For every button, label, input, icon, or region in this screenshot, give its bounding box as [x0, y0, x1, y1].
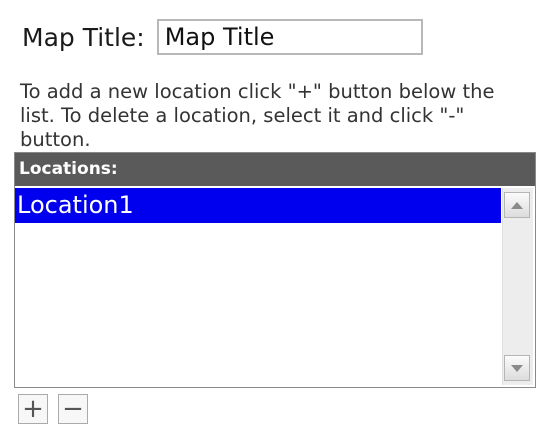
map-title-label: Map Title: [22, 22, 145, 52]
scroll-up-button[interactable] [504, 192, 530, 218]
locations-scrollbar[interactable] [502, 188, 533, 385]
remove-location-button[interactable]: − [58, 394, 88, 424]
locations-list: Locations: Location1 [14, 152, 536, 388]
location-item[interactable]: Location1 [15, 188, 501, 223]
triangle-up-icon [511, 201, 523, 209]
instructions-text: To add a new location click "+" button b… [20, 80, 495, 151]
add-location-button[interactable]: + [18, 394, 48, 424]
locations-list-body: Location1 [15, 186, 535, 387]
map-title-input[interactable] [156, 19, 423, 55]
locations-items: Location1 [15, 188, 501, 387]
locations-list-header: Locations: [15, 153, 535, 186]
list-action-buttons: + − [18, 394, 88, 424]
map-settings-panel: Map Title: To add a new location click "… [0, 0, 542, 430]
scroll-down-button[interactable] [504, 355, 530, 381]
map-title-row: Map Title: [22, 16, 423, 58]
triangle-down-icon [511, 364, 523, 372]
